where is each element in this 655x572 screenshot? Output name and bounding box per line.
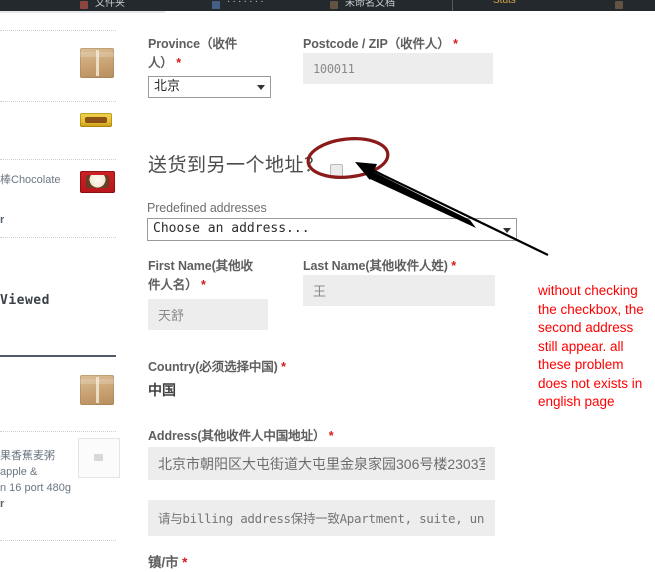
city-label-text: 镇/市 [148, 555, 179, 570]
sidebar-divider [0, 431, 116, 432]
country-value: 中国 [148, 382, 176, 398]
taskbar-active-window[interactable]: Stuts [493, 0, 516, 6]
taskbar-separator [452, 0, 453, 11]
recently-viewed-sidebar: Viewed 棒Chocolate r 果香蕉麦粥 apple & n 16 p… [0, 13, 123, 562]
required-marker: * [281, 360, 286, 374]
postcode-label-text: Postcode / ZIP（收件人） [303, 37, 450, 51]
first-name-label-line1: First Name(其他收 [148, 259, 253, 273]
recently-viewed-heading: Viewed [0, 293, 50, 308]
address-label-text: Address(其他收件人中国地址） [148, 429, 326, 443]
first-name-label: First Name(其他收 件人名） * [148, 257, 278, 295]
province-select[interactable]: 北京 [148, 76, 271, 98]
province-label-line2: 人） [148, 56, 173, 70]
taskbar-item-2[interactable]: 未命名文档 [345, 0, 395, 9]
product-thumbnail-box-icon[interactable] [80, 375, 114, 405]
list-item[interactable]: n 16 port 480g [0, 481, 71, 496]
required-marker: * [453, 37, 458, 51]
product-thumbnail-chocolate-icon[interactable] [80, 171, 115, 193]
taskbar-item-1[interactable]: ??????? [226, 0, 265, 5]
last-name-input[interactable] [303, 275, 495, 306]
list-item[interactable]: apple & [0, 465, 37, 480]
list-item[interactable]: r [0, 497, 4, 512]
province-label-line1: Province（收件 [148, 37, 238, 51]
required-marker: * [200, 278, 206, 292]
taskbar-icon-3[interactable] [330, 1, 338, 9]
required-marker: * [328, 429, 334, 443]
taskbar-icon-1[interactable] [80, 1, 88, 9]
postcode-input[interactable] [303, 53, 493, 84]
sidebar-divider [0, 237, 116, 238]
country-label: Country(必须选择中国) * [148, 358, 286, 377]
address-line1-input[interactable] [148, 447, 495, 480]
taskbar-icon-4[interactable] [615, 1, 623, 9]
last-name-label: Last Name(其他收件人姓) * [303, 257, 538, 276]
annotation-note: without checking the checkbox, the secon… [538, 283, 644, 409]
list-item[interactable]: 棒Chocolate [0, 173, 61, 188]
sidebar-divider [0, 540, 116, 541]
taskbar-icon-2[interactable] [212, 1, 220, 9]
required-marker: * [176, 56, 181, 70]
required-marker: * [182, 555, 188, 570]
sidebar-divider [0, 101, 116, 102]
city-label: 镇/市 * [148, 553, 187, 572]
first-name-input[interactable] [148, 299, 268, 330]
sidebar-section-rule [0, 355, 116, 357]
country-label-text: Country(必须选择中国) [148, 360, 278, 374]
taskbar-item-0[interactable]: 文件夹 [95, 0, 125, 9]
last-name-label-text: Last Name(其他收件人姓) [303, 259, 448, 273]
address-label: Address(其他收件人中国地址） * [148, 427, 334, 446]
postcode-label: Postcode / ZIP（收件人） * [303, 35, 543, 54]
predefined-addresses-label: Predefined addresses [147, 201, 267, 215]
predefined-addresses-value: Choose an address... [153, 221, 310, 236]
ship-to-another-address-checkbox[interactable] [330, 164, 343, 177]
province-label: Province（收件 人） * [148, 35, 273, 73]
list-item[interactable]: r [0, 213, 4, 228]
sidebar-divider [0, 30, 116, 31]
province-select-value: 北京 [154, 79, 181, 94]
chevron-down-icon [503, 227, 511, 233]
required-marker: * [451, 259, 456, 273]
taskbar: 文件夹 ??????? 未命名文档 Stuts [0, 0, 655, 11]
address-line2-input[interactable] [148, 500, 495, 536]
list-item[interactable]: 果香蕉麦粥 [0, 449, 55, 464]
product-thumbnail-box-icon[interactable] [80, 48, 114, 78]
chevron-down-icon [257, 85, 265, 90]
ship-to-another-address-heading: 送货到另一个地址？ [148, 155, 324, 176]
product-thumbnail-placeholder-icon[interactable] [78, 438, 120, 478]
product-thumbnail-twix-icon[interactable] [80, 113, 112, 127]
first-name-label-line2: 件人名） [148, 278, 198, 292]
predefined-addresses-select[interactable]: Choose an address... [147, 218, 517, 241]
sidebar-divider [0, 159, 116, 160]
